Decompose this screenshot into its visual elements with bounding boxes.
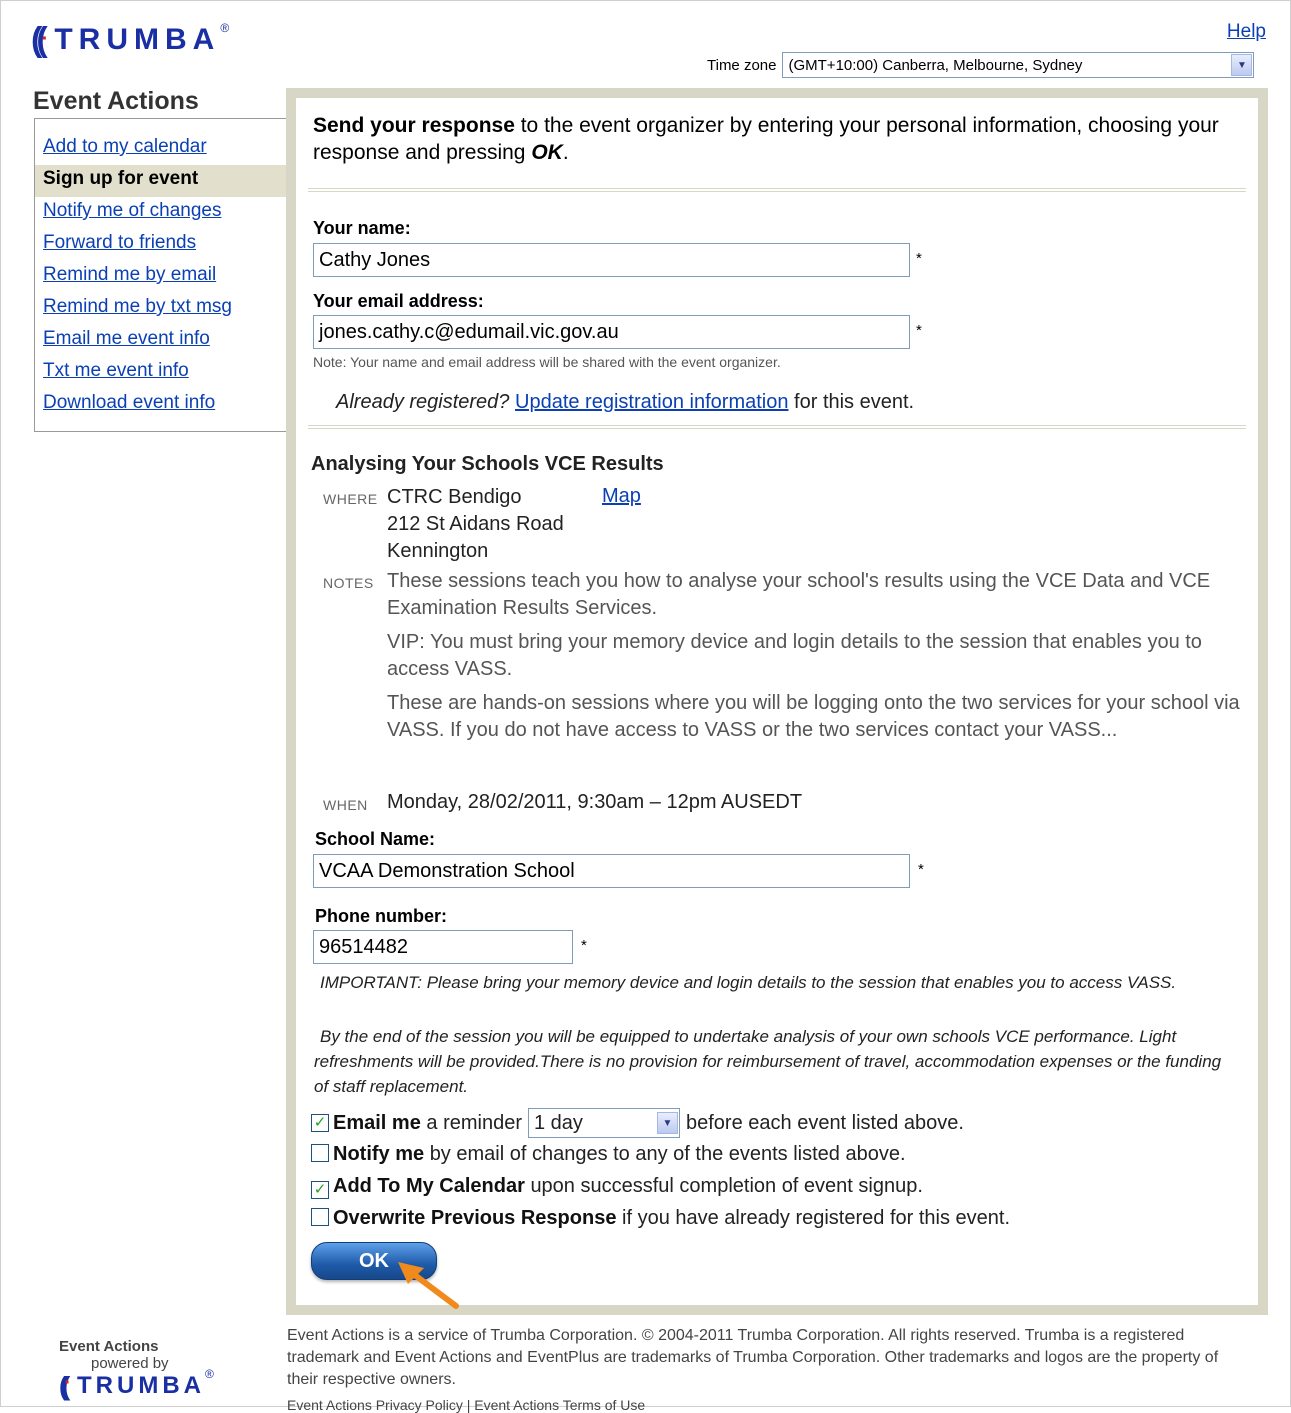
help-link[interactable]: Help <box>1227 21 1266 43</box>
where-value: CTRC Bendigo 212 St Aidans Road Kenningt… <box>387 484 564 565</box>
important-note: IMPORTANT: Please bring your memory devi… <box>320 973 1177 992</box>
notes-paragraph: VIP: You must bring your memory device a… <box>387 631 1202 680</box>
overwrite-checkbox[interactable] <box>311 1208 329 1226</box>
update-registration-link[interactable]: Update registration information <box>515 391 788 413</box>
notes-key: NOTES <box>323 575 374 591</box>
timezone-row: Time zone (GMT+10:00) Canberra, Melbourn… <box>707 52 1255 78</box>
where-line: 212 St Aidans Road <box>387 513 564 535</box>
school-label: School Name: <box>315 829 436 849</box>
already-registered-row: Already registered? Update registration … <box>336 391 914 414</box>
where-line: Kennington <box>387 540 489 562</box>
divider <box>308 188 1246 192</box>
sidebar-item-forward[interactable]: Forward to friends <box>35 229 286 261</box>
notify-rest: by email of changes to any of the events… <box>429 1143 906 1165</box>
divider <box>308 425 1246 429</box>
sidebar-link[interactable]: Remind me by email <box>43 264 216 285</box>
update-suffix: for this event. <box>788 391 915 413</box>
arrow-pointer-icon <box>398 1262 459 1309</box>
intro-ok: OK <box>531 141 563 164</box>
email-reminder-checkbox[interactable]: ✓ <box>311 1114 329 1132</box>
sidebar-item-sign-up[interactable]: Sign up for event <box>35 165 286 197</box>
name-input[interactable]: Cathy Jones <box>313 243 910 277</box>
sidebar-item-add-to-calendar[interactable]: Add to my calendar <box>35 133 286 165</box>
calendar-rest: upon successful completion of event sign… <box>530 1175 923 1197</box>
logo-text: TRUMBA <box>54 23 221 56</box>
powered-logo-text: TRUMBA <box>77 1372 205 1399</box>
sidebar-item-email-info[interactable]: Email me event info <box>35 325 286 357</box>
session-note: By the end of the session you will be eq… <box>314 1027 1222 1096</box>
footer-links[interactable]: Event Actions Privacy Policy | Event Act… <box>287 1397 645 1413</box>
notify-bold: Notify me <box>333 1143 425 1165</box>
trumba-waves-icon: ((· <box>31 21 49 59</box>
reminder-select[interactable]: 1 day ▼ <box>528 1108 680 1138</box>
signup-panel: Send your response to the event organize… <box>286 88 1268 1315</box>
timezone-label: Time zone <box>707 56 777 74</box>
notes-paragraph: These are hands-on sessions where you wi… <box>387 692 1240 741</box>
calendar-row: ✓ Add To My Calendar upon successful comp… <box>311 1175 923 1199</box>
required-mark: * <box>918 861 924 878</box>
sidebar-link[interactable]: Forward to friends <box>43 232 196 253</box>
sidebar-item-remind-email[interactable]: Remind me by email <box>35 261 286 293</box>
powered-by-block: Event Actions powered by ((· TRUMBA ® <box>59 1338 214 1400</box>
intro-text: Send your response to the event organize… <box>313 112 1233 166</box>
chevron-down-icon[interactable]: ▼ <box>1231 54 1253 76</box>
email-input[interactable]: jones.cathy.c@edumail.vic.gov.au <box>313 315 910 349</box>
overwrite-bold: Overwrite Previous Response <box>333 1207 617 1229</box>
school-input[interactable]: VCAA Demonstration School <box>313 854 910 888</box>
where-key: WHERE <box>323 491 378 507</box>
registered-mark-icon: ® <box>220 21 230 35</box>
sidebar-link[interactable]: Txt me event info <box>43 360 189 381</box>
email-me-bold: Email me <box>333 1111 421 1134</box>
overwrite-row: Overwrite Previous Response if you have … <box>311 1207 1010 1230</box>
phone-label: Phone number: <box>315 906 448 926</box>
intro-end: . <box>562 141 569 164</box>
name-label: Your name: <box>313 218 411 238</box>
required-mark: * <box>916 250 922 267</box>
reminder-value: 1 day <box>534 1111 583 1134</box>
phone-input[interactable]: 96514482 <box>313 930 573 964</box>
event-title: Analysing Your Schools VCE Results <box>311 453 664 475</box>
map-link[interactable]: Map <box>602 485 641 508</box>
calendar-checkbox[interactable]: ✓ <box>311 1181 329 1199</box>
trumba-logo: ((· TRUMBA ® <box>31 21 230 59</box>
share-note: Note: Your name and email address will b… <box>313 354 781 370</box>
already-registered-text: Already registered? <box>336 391 510 413</box>
calendar-bold: Add To My Calendar <box>333 1175 525 1197</box>
sidebar: Add to my calendar Sign up for event Not… <box>34 118 286 432</box>
footer-text: Event Actions is a service of Trumba Cor… <box>287 1327 1219 1388</box>
email-reminder-row: ✓ Email me a reminder 1 day ▼ before eac… <box>311 1108 964 1138</box>
email-me-mid: a reminder <box>426 1111 522 1134</box>
sidebar-item-remind-txt[interactable]: Remind me by txt msg <box>35 293 286 325</box>
sidebar-link[interactable]: Add to my calendar <box>43 136 207 157</box>
email-me-end: before each event listed above. <box>686 1111 964 1134</box>
sidebar-link[interactable]: Email me event info <box>43 328 210 349</box>
powered-logo: ((· TRUMBA ® <box>59 1367 214 1401</box>
timezone-select[interactable]: (GMT+10:00) Canberra, Melbourne, Sydney … <box>782 52 1255 78</box>
notes-paragraph: These sessions teach you how to analyse … <box>387 570 1211 619</box>
intro-bold: Send your response <box>313 114 515 137</box>
trumba-waves-icon: ((· <box>59 1371 71 1401</box>
where-line: CTRC Bendigo <box>387 486 522 508</box>
notes-value: These sessions teach you how to analyse … <box>387 568 1257 744</box>
notify-row: Notify me by email of changes to any of … <box>311 1143 906 1166</box>
timezone-value: (GMT+10:00) Canberra, Melbourne, Sydney <box>788 56 1083 74</box>
sidebar-item-txt-info[interactable]: Txt me event info <box>35 357 286 389</box>
email-label: Your email address: <box>313 291 484 311</box>
chevron-down-icon[interactable]: ▼ <box>657 1112 678 1134</box>
required-mark: * <box>916 322 922 339</box>
when-value: Monday, 28/02/2011, 9:30am – 12pm AUSEDT <box>387 791 803 813</box>
sidebar-item-notify[interactable]: Notify me of changes <box>35 197 286 229</box>
sidebar-title: Event Actions <box>33 87 199 115</box>
sidebar-link[interactable]: Download event info <box>43 392 215 413</box>
sidebar-link[interactable]: Notify me of changes <box>43 200 221 221</box>
registered-mark-icon: ® <box>204 1367 214 1381</box>
required-mark: * <box>581 937 587 954</box>
powered-line-2: powered by <box>91 1355 169 1372</box>
notify-checkbox[interactable] <box>311 1144 329 1162</box>
sidebar-link[interactable]: Remind me by txt msg <box>43 296 232 317</box>
sidebar-item-download[interactable]: Download event info <box>35 389 286 421</box>
overwrite-rest: if you have already registered for this … <box>622 1207 1011 1229</box>
when-key: WHEN <box>323 797 368 813</box>
powered-line-1: Event Actions <box>59 1338 159 1355</box>
